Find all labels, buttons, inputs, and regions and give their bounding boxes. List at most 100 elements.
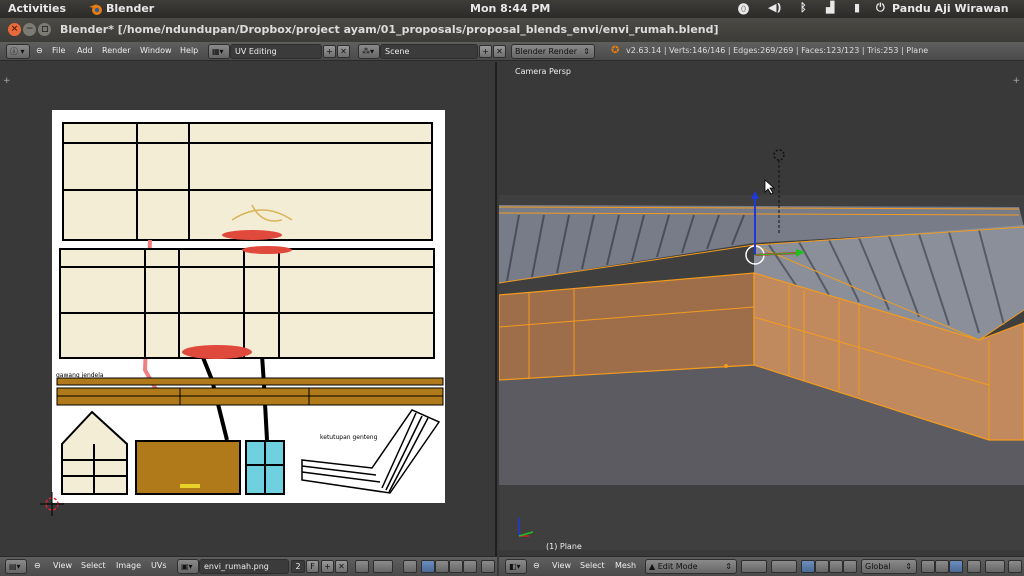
sticky-select-icon[interactable] <box>481 560 495 573</box>
pin-icon[interactable] <box>355 560 369 573</box>
image-icon: ▣▾ <box>181 562 193 571</box>
top-panel: Activities Blender Mon 8:44 PM ⓿ ◀) ᛒ ▟ … <box>0 0 1024 18</box>
scale-manipulator-icon[interactable] <box>843 560 857 573</box>
uv-island-wall-middle <box>60 249 434 358</box>
menu-window[interactable]: Window <box>140 46 172 55</box>
vertex-select-mode-icon[interactable] <box>921 560 935 573</box>
add-screen-button[interactable]: + <box>323 45 336 58</box>
power-icon[interactable]: ⏻ <box>876 1 885 15</box>
viewport-shading-icon[interactable] <box>741 560 767 573</box>
accessibility-icon[interactable]: ⓿ <box>738 1 749 17</box>
island-select-icon[interactable] <box>463 560 477 573</box>
bluetooth-icon[interactable]: ᛒ <box>800 1 807 14</box>
pivot-center-icon[interactable] <box>771 560 797 573</box>
pivot-point-icon[interactable] <box>373 560 393 573</box>
screen-layout-browse-button[interactable]: ▦▾ <box>208 44 230 59</box>
menu-view[interactable]: View <box>552 561 571 570</box>
editor-type-button[interactable]: ◧▾ <box>505 559 527 574</box>
activities-button[interactable]: Activities <box>8 2 66 15</box>
uv-island-wall-top <box>63 123 432 240</box>
occlude-geometry-icon[interactable] <box>967 560 981 573</box>
menu-uvs[interactable]: UVs <box>151 561 167 570</box>
manipulator-toggle-icon[interactable] <box>801 560 815 573</box>
2d-cursor-icon[interactable] <box>40 492 64 516</box>
new-image-button[interactable]: + <box>321 560 334 573</box>
delete-scene-button[interactable]: ✕ <box>493 45 506 58</box>
mode-dropdown[interactable]: ▲ Edit Mode ⇕ <box>645 559 737 574</box>
sync-selection-icon[interactable] <box>403 560 417 573</box>
3d-view-header: ◧▾ ⊖ View Select Mesh ▲ Edit Mode ⇕ Glob… <box>499 556 1024 576</box>
uv-texture-image[interactable]: gawang jendela ketutupan genteng <box>52 110 445 503</box>
uv-layout-canvas <box>56 122 444 495</box>
image-name-field[interactable]: envi_rumah.png <box>199 559 289 574</box>
add-scene-button[interactable]: + <box>479 45 492 58</box>
fake-user-button[interactable]: F <box>306 560 319 573</box>
menu-render[interactable]: Render <box>102 46 130 55</box>
image-users-count[interactable]: 2 <box>291 560 305 573</box>
minimize-window-button[interactable]: − <box>23 23 36 36</box>
editor-type-button[interactable]: ▤▾ <box>5 559 27 574</box>
cube-icon: ◧▾ <box>509 562 521 571</box>
edit-mode-icon: ▲ <box>649 562 658 571</box>
collapse-menu-icon[interactable]: ⊖ <box>533 561 540 570</box>
scene-stats: v2.63.14 | Verts:146/146 | Edges:269/269… <box>626 46 929 55</box>
user-menu[interactable]: Pandu Aji Wirawan <box>892 2 1009 15</box>
uv-editor-header: ▤▾ ⊖ View Select Image UVs ▣▾ envi_rumah… <box>0 556 497 576</box>
maximize-window-button[interactable] <box>38 23 51 36</box>
menu-mesh[interactable]: Mesh <box>615 561 636 570</box>
menu-image[interactable]: Image <box>116 561 141 570</box>
unlink-image-button[interactable]: ✕ <box>335 560 348 573</box>
scene-browse-button[interactable]: ⁂▾ <box>358 44 380 59</box>
menu-select[interactable]: Select <box>580 561 605 570</box>
info-header: ⓘ ▾ ⊖ File Add Render Window Help ▦▾ UV … <box>0 42 1024 61</box>
translate-manipulator-icon[interactable] <box>815 560 829 573</box>
info-icon: ⓘ ▾ <box>10 47 25 56</box>
image-browse-button[interactable]: ▣▾ <box>177 559 199 574</box>
x-icon: ✕ <box>496 47 503 56</box>
render-engine-dropdown[interactable]: Blender Render ⇕ <box>511 44 595 59</box>
uv-image-editor[interactable]: + gawang jendela ketutupan genteng <box>0 62 497 556</box>
screen-layout-field[interactable]: UV Editing <box>230 44 322 59</box>
menu-add[interactable]: Add <box>77 46 93 55</box>
orientation-dropdown[interactable]: Global ⇕ <box>861 559 917 574</box>
battery-icon[interactable]: ▮ <box>854 1 860 14</box>
collapse-menu-icon[interactable]: ⊖ <box>34 561 41 570</box>
window-title: Blender* [/home/ndundupan/Dropbox/projec… <box>60 23 719 36</box>
view-label: Camera Persp <box>515 67 571 76</box>
menu-file[interactable]: File <box>52 46 65 55</box>
close-window-button[interactable]: × <box>8 23 21 36</box>
uv-island-beam-1 <box>56 377 444 386</box>
face-select-icon[interactable] <box>449 560 463 573</box>
maximize-icon <box>41 26 48 32</box>
app-menu[interactable]: Blender <box>106 2 154 15</box>
menu-select[interactable]: Select <box>81 561 106 570</box>
scene-field[interactable]: Scene <box>380 44 478 59</box>
edge-select-mode-icon[interactable] <box>935 560 949 573</box>
scene-render[interactable] <box>499 95 1024 550</box>
menu-view[interactable]: View <box>53 561 72 570</box>
window-title-bar[interactable]: × − Blender* [/home/ndundupan/Dropbox/pr… <box>0 18 1024 42</box>
region-toggle-plus-icon[interactable]: + <box>1012 76 1020 86</box>
updown-arrows-icon: ⇕ <box>905 562 912 571</box>
snap-icon[interactable] <box>1008 560 1022 573</box>
plus-icon: + <box>326 47 333 56</box>
edge-select-icon[interactable] <box>435 560 449 573</box>
vertex-select-icon[interactable] <box>421 560 435 573</box>
layout-grid-icon: ▦▾ <box>212 47 224 56</box>
mode-label: Edit Mode <box>657 562 698 571</box>
clock[interactable]: Mon 8:44 PM <box>470 2 550 15</box>
plus-icon: + <box>482 47 489 56</box>
region-toggle-plus-icon[interactable]: + <box>3 76 11 86</box>
plus-icon: + <box>324 562 331 571</box>
3d-viewport[interactable]: + Camera Persp (1) Plane <box>499 62 1024 556</box>
network-icon[interactable]: ▟ <box>826 1 834 14</box>
delete-screen-button[interactable]: ✕ <box>337 45 350 58</box>
x-icon: ✕ <box>340 47 347 56</box>
editor-type-button[interactable]: ⓘ ▾ <box>6 44 30 59</box>
face-select-mode-icon[interactable] <box>949 560 963 573</box>
menu-help[interactable]: Help <box>180 46 198 55</box>
volume-icon[interactable]: ◀) <box>768 1 782 14</box>
rotate-manipulator-icon[interactable] <box>829 560 843 573</box>
collapse-menu-icon[interactable]: ⊖ <box>36 46 43 55</box>
proportional-edit-icon[interactable] <box>985 560 1005 573</box>
